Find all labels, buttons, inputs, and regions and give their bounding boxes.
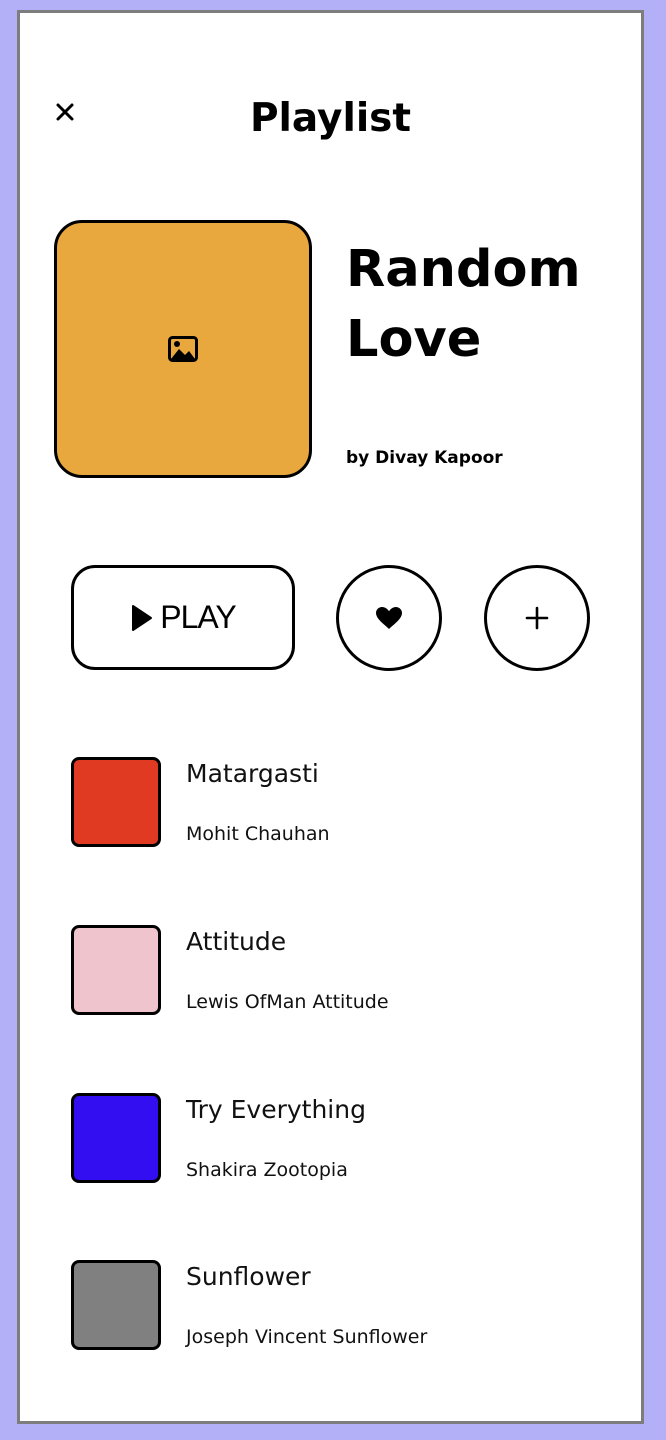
song-thumbnail bbox=[71, 1260, 161, 1350]
song-thumbnail bbox=[71, 925, 161, 1015]
list-item[interactable]: Sunflower Joseph Vincent Sunflower bbox=[71, 1260, 611, 1352]
song-title: Try Everything bbox=[186, 1095, 366, 1124]
playlist-screen: Playlist Random Love by Divay Kapoor PLA… bbox=[17, 10, 644, 1424]
list-item[interactable]: Matargasti Mohit Chauhan bbox=[71, 757, 611, 849]
add-button[interactable] bbox=[484, 565, 590, 671]
song-thumbnail bbox=[71, 1093, 161, 1183]
song-thumbnail bbox=[71, 757, 161, 847]
page-title: Playlist bbox=[249, 96, 412, 141]
song-title: Sunflower bbox=[186, 1262, 311, 1291]
song-artist: Mohit Chauhan bbox=[186, 823, 330, 845]
playlist-author: by Divay Kapoor bbox=[346, 448, 503, 468]
list-item[interactable]: Attitude Lewis OfMan Attitude bbox=[71, 925, 611, 1017]
play-label: PLAY bbox=[160, 599, 236, 635]
song-artist: Lewis OfMan Attitude bbox=[186, 991, 389, 1013]
playlist-name: Random Love bbox=[346, 240, 581, 369]
like-button[interactable] bbox=[336, 565, 442, 671]
play-button[interactable]: PLAY bbox=[71, 565, 295, 670]
song-artist: Shakira Zootopia bbox=[186, 1159, 348, 1181]
song-title: Matargasti bbox=[186, 759, 319, 788]
play-icon bbox=[132, 604, 153, 631]
heart-icon bbox=[376, 607, 402, 629]
plus-icon bbox=[525, 606, 549, 630]
song-title: Attitude bbox=[186, 927, 287, 956]
song-artist: Joseph Vincent Sunflower bbox=[186, 1326, 428, 1348]
playlist-cover[interactable] bbox=[54, 220, 312, 478]
image-icon bbox=[168, 336, 198, 362]
list-item[interactable]: Try Everything Shakira Zootopia bbox=[71, 1093, 611, 1185]
